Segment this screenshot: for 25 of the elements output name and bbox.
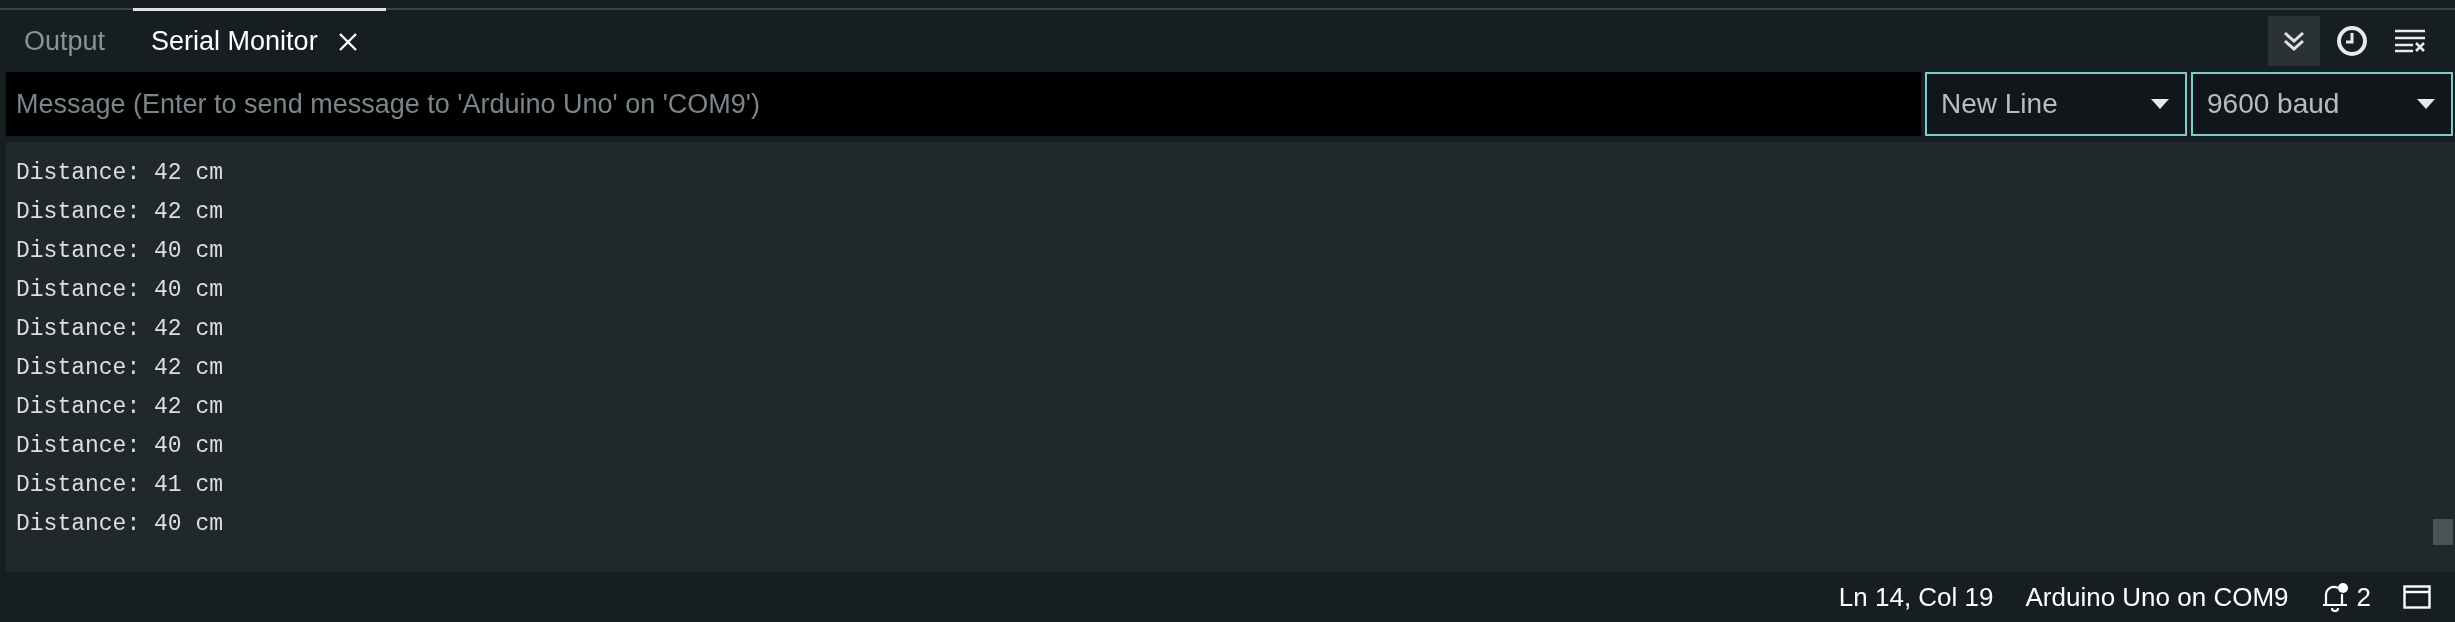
output-line: Distance: 42 cm xyxy=(16,198,224,227)
autoscroll-button[interactable] xyxy=(2268,16,2320,66)
dropdown[interactable]: New Line xyxy=(1925,72,2187,136)
caret-icon xyxy=(2151,99,2169,109)
panel-icon[interactable] xyxy=(2403,585,2431,609)
output-line: Distance: 42 cm xyxy=(16,393,224,422)
message-field[interactable]: Message (Enter to send message to 'Arduino Uno' on 'COM9') xyxy=(6,72,1921,136)
board-port[interactable]: Arduino Uno on COM9 xyxy=(2025,581,2289,613)
output-line: Distance: 42 cm xyxy=(16,354,224,383)
output-line: Distance: 40 cm xyxy=(16,276,224,305)
output-line: Distance: 40 cm xyxy=(16,237,224,266)
caret-icon xyxy=(2417,99,2435,109)
tab[interactable]: Output xyxy=(0,8,134,72)
output-line: Distance: 42 cm xyxy=(16,159,224,188)
output-line: Distance: 41 cm xyxy=(16,471,224,500)
output-line: Distance: 40 cm xyxy=(16,432,224,461)
close-icon[interactable] xyxy=(337,31,358,52)
scrollbar-thumb[interactable] xyxy=(2433,519,2453,545)
output-line: Distance: 42 cm xyxy=(16,315,224,344)
dropdown[interactable]: 9600 baud xyxy=(2191,72,2453,136)
double-chevron-icon xyxy=(2282,29,2306,53)
output-line: Distance: 40 cm xyxy=(16,510,224,539)
cursor-position[interactable]: Ln 14, Col 19 xyxy=(1838,581,1994,613)
bell-icon[interactable] xyxy=(2320,582,2349,612)
notification-count: 2 xyxy=(2356,581,2371,613)
